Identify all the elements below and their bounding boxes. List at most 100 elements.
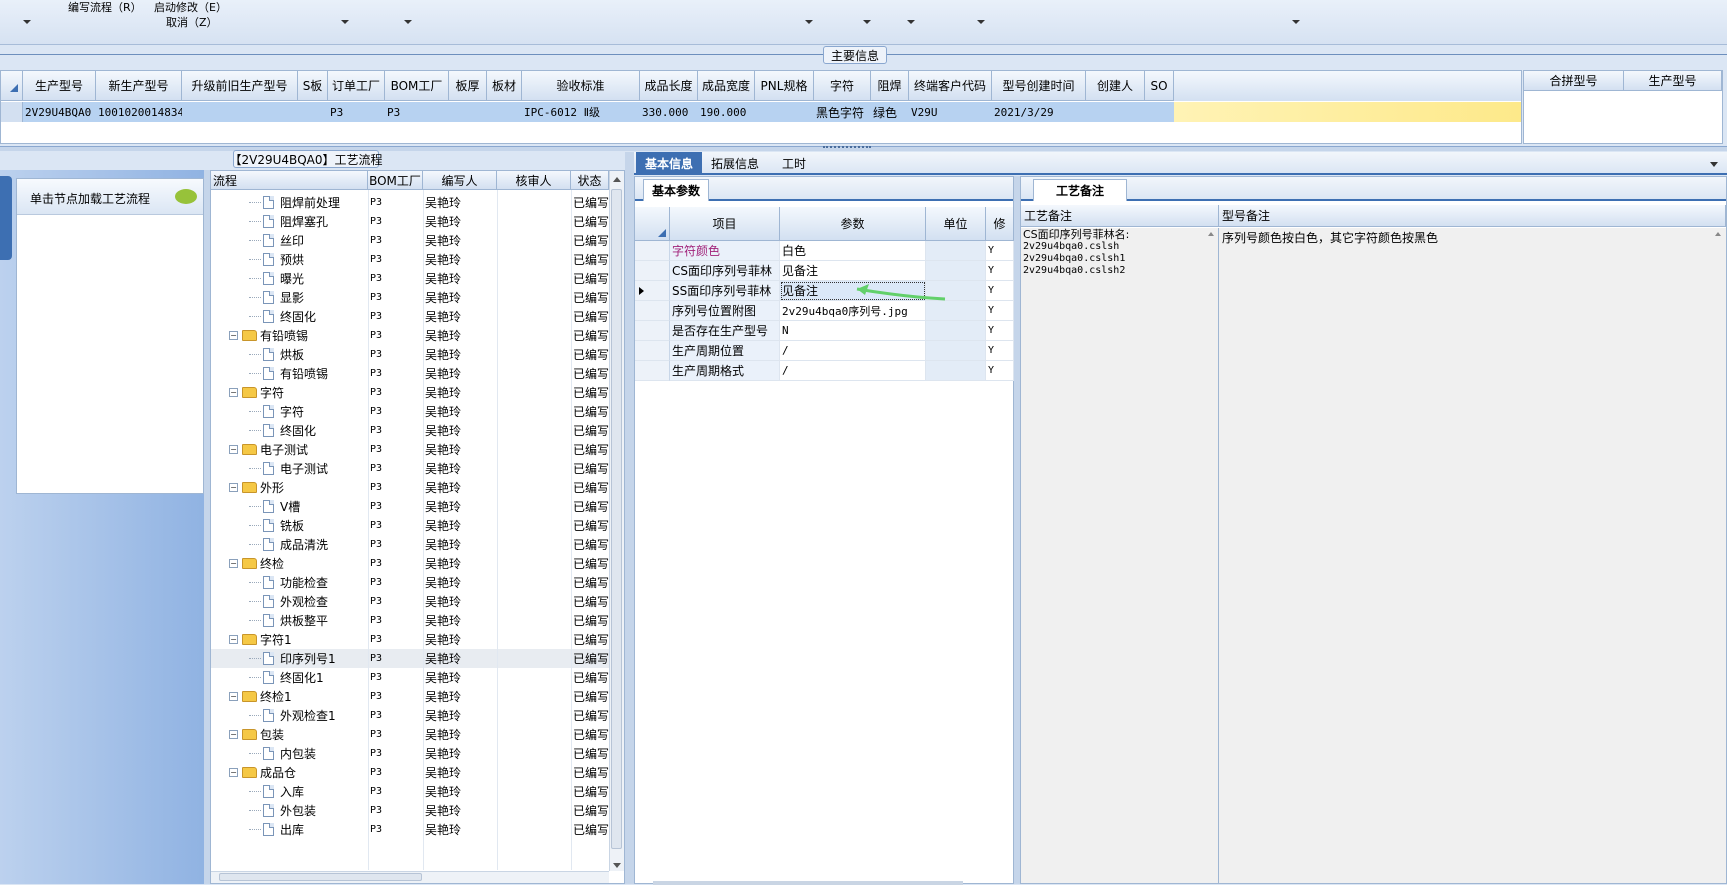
scroll-up-icon[interactable] — [613, 177, 621, 182]
main-col-header[interactable]: 型号创建时间 — [992, 71, 1086, 101]
collapse-icon[interactable]: − — [229, 331, 238, 340]
param-row-indicator[interactable] — [635, 321, 670, 341]
flow-tree-row[interactable]: 曝光 P3 吴艳玲 已编写 — [211, 269, 609, 288]
params-col-unit[interactable]: 单位 — [926, 207, 986, 241]
process-note-textarea[interactable]: CS面印序列号菲林名: 2v29u4bqa0.cslsh 2v29u4bqa0.cs… — [1021, 228, 1219, 883]
flow-tree-row[interactable]: 成品清洗 P3 吴艳玲 已编写 — [211, 535, 609, 554]
param-row-indicator[interactable] — [635, 241, 670, 261]
flow-tree-row[interactable]: 电子测试 P3 吴艳玲 已编写 — [211, 459, 609, 478]
flow-tree-row[interactable]: 显影 P3 吴艳玲 已编写 — [211, 288, 609, 307]
flow-node[interactable]: 阻焊塞孔 — [249, 212, 328, 231]
flow-node[interactable]: − 电子测试 — [229, 440, 308, 459]
params-subtab[interactable]: 基本参数 — [643, 179, 709, 201]
model-note-textarea[interactable]: 序列号颜色按白色，其它字符颜色按黑色 — [1219, 228, 1726, 883]
flow-node[interactable]: − 终检 — [229, 554, 284, 573]
main-grid-cell[interactable]: 190.000 — [698, 102, 755, 122]
row-indicator[interactable] — [1, 102, 23, 122]
main-col-header[interactable]: 生产型号 — [23, 71, 96, 101]
main-grid-cell[interactable]: 10010200148343 — [96, 102, 182, 122]
param-cell-value[interactable]: / — [780, 341, 926, 361]
main-grid-cell[interactable]: 330.000 — [640, 102, 698, 122]
collapse-icon[interactable]: − — [229, 388, 238, 397]
param-cell-value[interactable]: 白色 — [780, 241, 926, 261]
flow-node[interactable]: − 终检1 — [229, 687, 292, 706]
flow-node[interactable]: 入库 — [249, 782, 304, 801]
flow-node[interactable]: 有铅喷锡 — [249, 364, 328, 383]
dropdown-arrow-icon[interactable] — [404, 20, 412, 24]
flow-node[interactable]: − 有铅喷锡 — [229, 326, 308, 345]
main-grid-cell[interactable] — [449, 102, 487, 122]
start-modify-menu[interactable]: 启动修改（E） — [154, 0, 227, 15]
flow-col-reviewer[interactable]: 核审人 — [497, 171, 571, 190]
flow-tree-row[interactable]: 烘板 P3 吴艳玲 已编写 — [211, 345, 609, 364]
main-col-header[interactable]: 新生产型号 — [96, 71, 182, 101]
flow-node[interactable]: 外包装 — [249, 801, 316, 820]
flow-node[interactable]: 终固化1 — [249, 668, 324, 687]
param-row-indicator[interactable] — [635, 261, 670, 281]
main-grid-cell[interactable] — [755, 102, 814, 122]
flow-node[interactable]: − 字符 — [229, 383, 284, 402]
flow-node[interactable]: 外观检查 — [249, 592, 328, 611]
main-col-header[interactable]: 订单工厂 — [328, 71, 385, 101]
params-col-item[interactable]: 项目 — [670, 207, 780, 241]
params-col-value[interactable]: 参数 — [780, 207, 926, 241]
flow-vscroll-thumb[interactable] — [611, 189, 622, 849]
flow-tree-row[interactable]: 入库 P3 吴艳玲 已编写 — [211, 782, 609, 801]
main-grid-cell[interactable] — [182, 102, 298, 122]
flow-node[interactable]: 字符 — [249, 402, 304, 421]
collapse-icon[interactable]: − — [229, 730, 238, 739]
flow-tree-row[interactable]: − 有铅喷锡 P3 吴艳玲 已编写 — [211, 326, 609, 345]
flow-node[interactable]: 曝光 — [249, 269, 304, 288]
flow-node[interactable]: 丝印 — [249, 231, 304, 250]
main-grid-cell[interactable]: 2021/3/29 — [992, 102, 1086, 122]
flow-node[interactable]: 外观检查1 — [249, 706, 336, 725]
flow-tree-row[interactable]: − 电子测试 P3 吴艳玲 已编写 — [211, 440, 609, 459]
flow-node[interactable]: 成品清洗 — [249, 535, 328, 554]
param-cell-value[interactable]: 见备注 — [780, 261, 926, 281]
dropdown-arrow-icon[interactable] — [805, 20, 813, 24]
flow-node[interactable]: − 包装 — [229, 725, 284, 744]
main-col-header[interactable]: SO — [1145, 71, 1174, 101]
flow-col-writer[interactable]: 编写人 — [423, 171, 497, 190]
main-grid-cell[interactable]: 2V29U4BQA0 — [23, 102, 96, 122]
main-col-header[interactable]: PNL规格 — [755, 71, 814, 101]
param-row-indicator[interactable] — [635, 301, 670, 321]
flow-tree-row[interactable]: − 成品仓 P3 吴艳玲 已编写 — [211, 763, 609, 782]
flow-node[interactable]: 显影 — [249, 288, 304, 307]
merge-col-header[interactable]: 合拼型号 — [1524, 71, 1624, 91]
flow-tree-row[interactable]: 出库 P3 吴艳玲 已编写 — [211, 820, 609, 839]
flow-tree-row[interactable]: 预烘 P3 吴艳玲 已编写 — [211, 250, 609, 269]
scroll-down-icon[interactable] — [613, 863, 621, 868]
main-col-header[interactable]: 创建人 — [1086, 71, 1145, 101]
flow-tree-row[interactable]: 外包装 P3 吴艳玲 已编写 — [211, 801, 609, 820]
params-hscroll-thumb[interactable] — [653, 881, 963, 885]
flow-hscroll-thumb[interactable] — [219, 873, 422, 881]
flow-tree-row[interactable]: 内包装 P3 吴艳玲 已编写 — [211, 744, 609, 763]
dropdown-arrow-icon[interactable] — [23, 20, 31, 24]
flow-tree-row[interactable]: − 字符 P3 吴艳玲 已编写 — [211, 383, 609, 402]
main-grid-cell[interactable] — [1145, 102, 1174, 122]
flow-tree-row[interactable]: 外观检查 P3 吴艳玲 已编写 — [211, 592, 609, 611]
main-grid-cell[interactable]: 绿色 — [871, 102, 909, 122]
edit-flow-menu[interactable]: 编写流程（R） — [68, 0, 142, 15]
main-col-header[interactable]: 板厚 — [449, 71, 487, 101]
scroll-up-icon[interactable] — [1715, 232, 1721, 236]
dropdown-arrow-icon[interactable] — [341, 20, 349, 24]
tab-extended-info[interactable]: 拓展信息 — [704, 152, 766, 174]
flow-tree-row[interactable]: − 包装 P3 吴艳玲 已编写 — [211, 725, 609, 744]
main-col-header[interactable]: 验收标准 — [522, 71, 640, 101]
dropdown-arrow-icon[interactable] — [977, 20, 985, 24]
flow-tree-row[interactable]: 阻焊塞孔 P3 吴艳玲 已编写 — [211, 212, 609, 231]
flow-tree-row[interactable]: 铣板 P3 吴艳玲 已编写 — [211, 516, 609, 535]
flow-node[interactable]: − 外形 — [229, 478, 284, 497]
notes-subtab[interactable]: 工艺备注 — [1033, 179, 1127, 201]
collapse-icon[interactable]: − — [229, 768, 238, 777]
params-col-modify[interactable]: 修 — [986, 207, 1014, 241]
dropdown-arrow-icon[interactable] — [907, 20, 915, 24]
load-flow-header[interactable]: 单击节点加载工艺流程 — [17, 179, 203, 215]
main-col-header[interactable]: S板 — [298, 71, 328, 101]
flow-node[interactable]: 铣板 — [249, 516, 304, 535]
dropdown-arrow-icon[interactable] — [1292, 20, 1300, 24]
scroll-up-icon[interactable] — [1208, 232, 1214, 236]
main-grid-cell[interactable]: P3 — [385, 102, 449, 122]
